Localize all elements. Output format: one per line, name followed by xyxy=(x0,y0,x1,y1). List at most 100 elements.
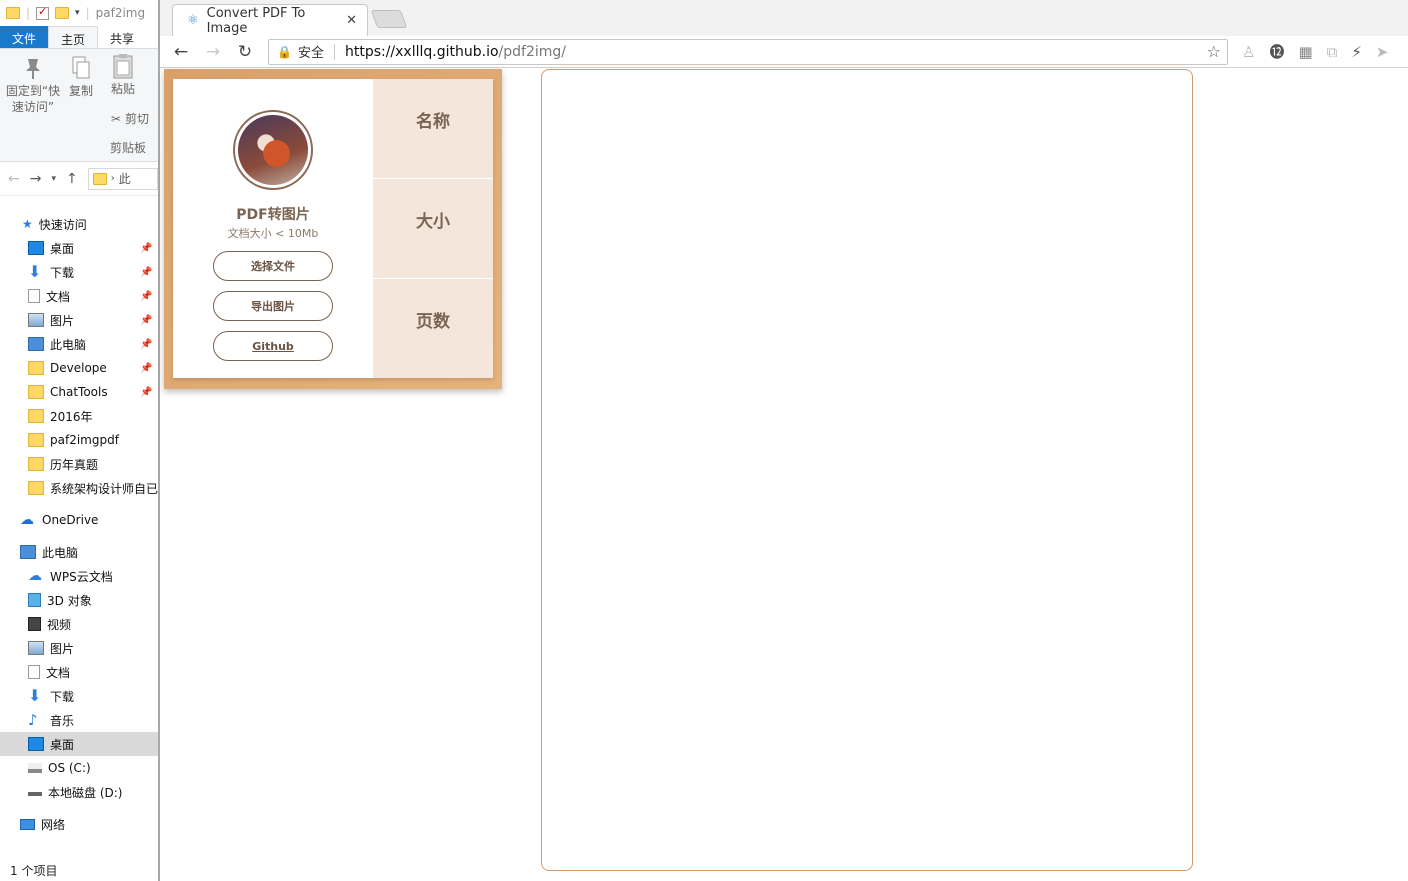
film-icon xyxy=(28,617,41,631)
cloud-icon: ☁ xyxy=(28,568,42,584)
copy-label: 复制 xyxy=(68,84,93,98)
pin-icon[interactable]: 📌 xyxy=(140,339,152,350)
address-bar[interactable]: 🔒 安全 https://xxlllq.github.io/pdf2img/ ☆ xyxy=(268,38,1228,65)
ribbon-tab-home[interactable]: 主页 xyxy=(48,26,99,48)
app-title: PDF转图片 xyxy=(236,207,310,223)
extension-circle-icon[interactable]: ⓬ xyxy=(1269,41,1284,62)
tree-label: 此电脑 xyxy=(50,337,87,352)
reload-icon[interactable]: ↻ xyxy=(236,42,254,62)
address-text: 此 xyxy=(118,172,131,186)
github-link[interactable]: Github xyxy=(213,331,333,361)
ribbon-tab-file[interactable]: 文件 xyxy=(0,26,49,48)
properties-icon[interactable] xyxy=(36,5,50,20)
forward-arrow-icon[interactable]: → xyxy=(204,42,222,62)
back-arrow-icon[interactable]: ← xyxy=(8,171,20,187)
tree-item-videos[interactable]: 视频 xyxy=(0,612,158,636)
browser-tab-active[interactable]: ⚛ Convert PDF To Image ✕ xyxy=(172,4,368,36)
paste-label: 粘贴 xyxy=(110,82,135,96)
pin-icon[interactable]: 📌 xyxy=(140,387,152,398)
quick-access-dropdown-icon[interactable]: ▾ xyxy=(75,8,80,18)
tree-item-documents-pc[interactable]: 文档 xyxy=(0,660,158,684)
tree-item-music[interactable]: ♪ 音乐 xyxy=(0,708,158,732)
folder-icon xyxy=(28,385,44,399)
tree-item-desktop[interactable]: 桌面 📌 xyxy=(0,236,158,260)
tree-item-3d-objects[interactable]: 3D 对象 xyxy=(0,588,158,612)
extension-grid-icon[interactable]: ▦ xyxy=(1298,43,1312,61)
pin-icon[interactable]: 📌 xyxy=(140,315,152,326)
tree-label: ChatTools xyxy=(50,385,108,399)
pin-icon[interactable]: 📌 xyxy=(140,291,152,302)
tree-item-downloads[interactable]: ⬇ 下载 📌 xyxy=(0,260,158,284)
tree-label: 下载 xyxy=(50,265,75,280)
copy-button[interactable]: 复制 xyxy=(66,55,96,99)
pin-to-quick-access-button[interactable]: 固定到“快速访问” xyxy=(4,55,62,115)
tree-item-this-pc[interactable]: 此电脑 📌 xyxy=(0,332,158,356)
ribbon-tab-share[interactable]: 共享 xyxy=(98,26,146,48)
back-arrow-icon[interactable]: ← xyxy=(172,42,190,62)
download-arrow-icon: ⬇ xyxy=(28,686,42,705)
image-preview-area xyxy=(541,69,1193,871)
document-icon xyxy=(28,665,40,679)
folder-icon xyxy=(28,457,44,471)
pin-icon[interactable]: 📌 xyxy=(140,243,152,254)
extension-window-icon[interactable]: ⧉ xyxy=(1327,43,1338,61)
tree-network[interactable]: 网络 xyxy=(0,812,158,836)
choose-file-button[interactable]: 选择文件 xyxy=(213,251,333,281)
copy-icon xyxy=(72,56,90,79)
bookmark-star-icon[interactable]: ☆ xyxy=(1207,42,1221,61)
drive-icon xyxy=(28,788,42,796)
extension-figure-icon[interactable]: ♙ xyxy=(1242,43,1255,61)
recent-dropdown-icon[interactable]: ▾ xyxy=(51,174,56,184)
navigation-pane: ★ 快速访问 桌面 📌 ⬇ 下载 📌 文档 📌 图片 📌 此电脑 📌 Devel… xyxy=(0,212,158,836)
folder-icon xyxy=(92,172,107,185)
tree-item-drive-c[interactable]: OS (C:) xyxy=(0,756,158,780)
stat-size-label: 大小 xyxy=(373,179,493,279)
stat-pages-label: 页数 xyxy=(416,312,450,332)
tree-item-paf2imgpdf[interactable]: paf2imgpdf xyxy=(0,428,158,452)
tree-label: 文档 xyxy=(46,289,71,304)
folder-icon xyxy=(6,7,20,19)
new-tab-button[interactable] xyxy=(370,10,408,28)
tree-onedrive[interactable]: ☁ OneDrive xyxy=(0,508,158,532)
divider xyxy=(333,43,335,60)
up-arrow-icon[interactable]: ↑ xyxy=(66,171,78,187)
extension-chart-icon[interactable]: ⚡ xyxy=(1351,43,1362,61)
tree-label: 视频 xyxy=(47,617,72,632)
tree-this-pc[interactable]: 此电脑 xyxy=(0,540,158,564)
tree-label: 此电脑 xyxy=(42,545,79,560)
tree-item-develope[interactable]: Develope 📌 xyxy=(0,356,158,380)
tree-item-pictures-pc[interactable]: 图片 xyxy=(0,636,158,660)
tree-item-2016[interactable]: 2016年 xyxy=(0,404,158,428)
tree-quick-access[interactable]: ★ 快速访问 xyxy=(0,212,158,236)
clipboard-group-label: 剪贴板 xyxy=(109,141,146,155)
cut-button[interactable]: ✂ 剪切 xyxy=(108,111,152,127)
folder-icon xyxy=(28,409,44,423)
tree-item-past-exams[interactable]: 历年真题 xyxy=(0,452,158,476)
tree-label: paf2imgpdf xyxy=(50,433,119,447)
paste-icon xyxy=(113,54,133,79)
card-controls: PDF转图片 文档大小 < 10Mb 选择文件 导出图片 Github xyxy=(173,79,373,378)
paste-button[interactable]: 粘贴 xyxy=(108,53,138,97)
close-icon[interactable]: ✕ xyxy=(346,13,357,28)
tree-item-chattools[interactable]: ChatTools 📌 xyxy=(0,380,158,404)
new-folder-icon[interactable] xyxy=(55,7,70,19)
tree-label: 图片 xyxy=(50,641,75,656)
computer-icon xyxy=(28,337,44,351)
pin-icon[interactable]: 📌 xyxy=(140,267,152,278)
tree-label: 桌面 xyxy=(50,241,75,256)
tree-item-documents[interactable]: 文档 📌 xyxy=(0,284,158,308)
extension-cursor-icon[interactable]: ➤ xyxy=(1376,43,1389,61)
tree-item-architect[interactable]: 系统架构设计师自已 xyxy=(0,476,158,500)
tree-item-drive-d[interactable]: 本地磁盘 (D:) xyxy=(0,780,158,804)
tree-item-wps-cloud[interactable]: ☁ WPS云文档 xyxy=(0,564,158,588)
tree-item-pictures[interactable]: 图片 📌 xyxy=(0,308,158,332)
export-images-button[interactable]: 导出图片 xyxy=(213,291,333,321)
file-stats-panel: 名称 大小 页数 xyxy=(373,79,493,378)
tree-label: 2016年 xyxy=(50,409,93,424)
forward-arrow-icon[interactable]: → xyxy=(30,171,42,187)
pin-icon[interactable]: 📌 xyxy=(140,363,152,374)
tree-item-desktop-pc[interactable]: 桌面 xyxy=(0,732,158,756)
tree-item-downloads-pc[interactable]: ⬇ 下载 xyxy=(0,684,158,708)
explorer-address-bar[interactable]: › 此 xyxy=(87,167,158,190)
tree-label: 网络 xyxy=(41,817,66,832)
